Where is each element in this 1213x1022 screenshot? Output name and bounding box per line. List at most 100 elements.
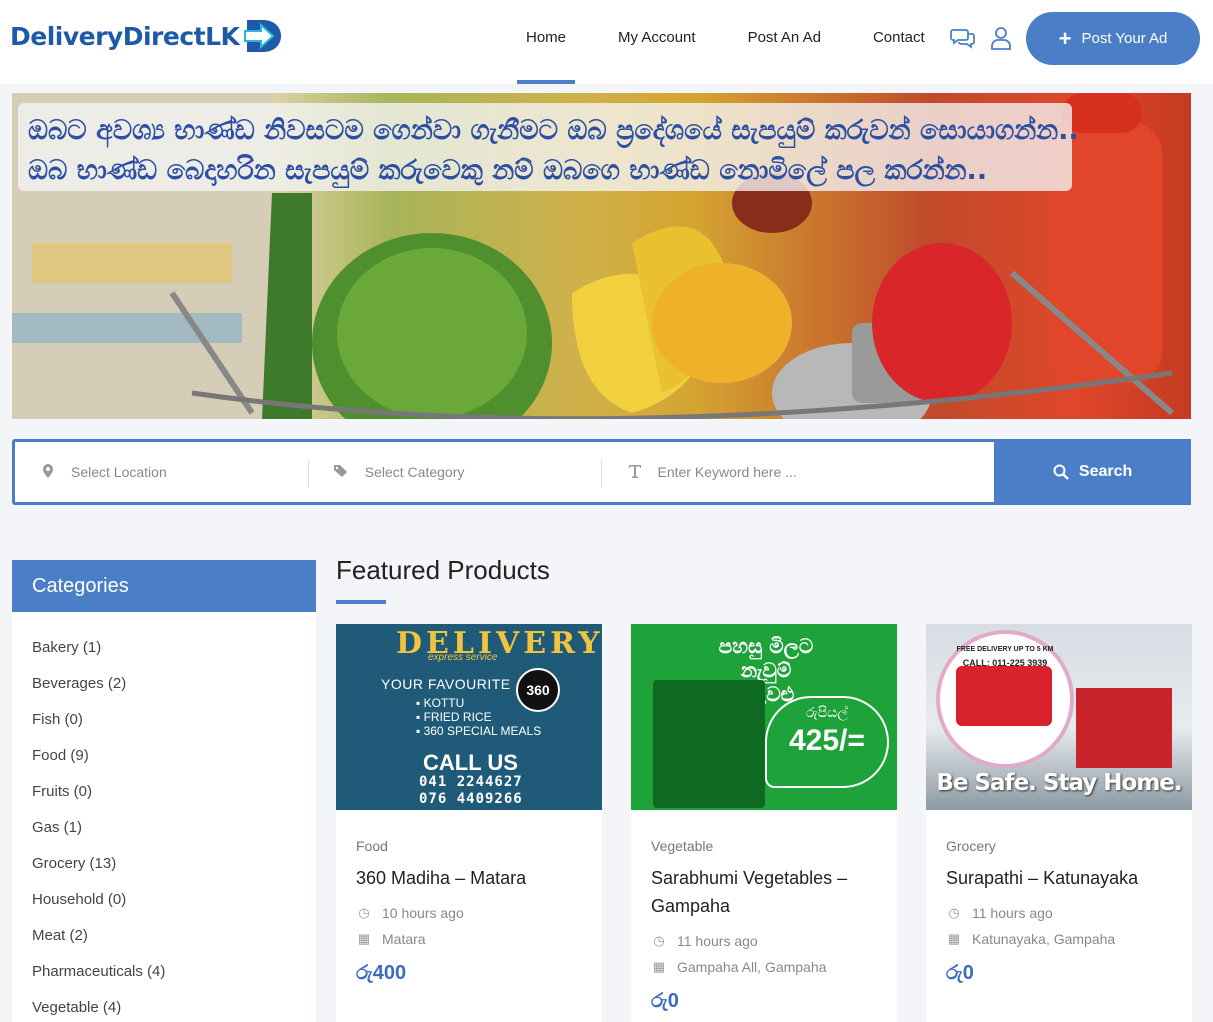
- post-your-ad-label: Post Your Ad: [1081, 30, 1168, 47]
- building-icon: ▦: [947, 931, 961, 946]
- post-your-ad-button[interactable]: + Post Your Ad: [1026, 12, 1200, 65]
- ad-logo-360: 360: [516, 668, 560, 712]
- category-select[interactable]: Select Category: [309, 442, 602, 502]
- categories-list: Bakery (1) Beverages (2) Fish (0) Food (…: [12, 612, 316, 1022]
- building-icon: ▦: [652, 959, 666, 974]
- card-category[interactable]: Grocery: [946, 838, 1172, 854]
- card-location-text: Matara: [382, 931, 426, 947]
- map-pin-icon: [39, 463, 57, 481]
- category-item-vegetable[interactable]: Vegetable (4): [12, 990, 316, 1022]
- category-item-bakery[interactable]: Bakery (1): [12, 630, 316, 666]
- card-body: Vegetable Sarabhumi Vegetables – Gampaha…: [631, 810, 897, 1013]
- category-item-meat[interactable]: Meat (2): [12, 918, 316, 954]
- categories-title: Categories: [12, 560, 316, 612]
- logo-arrow-icon: [244, 20, 282, 52]
- card-title[interactable]: Sarabhumi Vegetables – Gampaha: [651, 864, 877, 920]
- category-item-fish[interactable]: Fish (0): [12, 702, 316, 738]
- plus-icon: +: [1058, 25, 1072, 51]
- product-image[interactable]: පහසු මිලට නැවුම් එළවළු රුපියල් 425/=: [631, 624, 897, 810]
- main-nav: Home My Account Post An Ad Contact: [500, 0, 951, 84]
- nav-post-an-ad[interactable]: Post An Ad: [722, 0, 847, 84]
- card-location-text: Katunayaka, Gampaha: [972, 931, 1116, 947]
- product-image[interactable]: DELIVERY express service YOUR FAVOURITE …: [336, 624, 602, 810]
- card-price: රු0: [651, 990, 679, 1012]
- category-placeholder: Select Category: [364, 464, 465, 480]
- product-image[interactable]: FREE DELIVERY UP TO 5 KM CALL: 011-225 3…: [926, 624, 1192, 810]
- building-icon: ▦: [357, 931, 371, 946]
- card-body: Grocery Surapathi – Katunayaka ◷ 11 hour…: [926, 810, 1192, 985]
- card-location-text: Gampaha All, Gampaha: [677, 959, 827, 975]
- site-logo[interactable]: DeliveryDirectLK: [10, 18, 283, 54]
- ad-favourite: YOUR FAVOURITE: [381, 676, 511, 692]
- category-item-grocery[interactable]: Grocery (13): [12, 846, 316, 882]
- ad-phone: 041 2244627: [419, 774, 523, 790]
- ad-call-us: CALL US: [423, 750, 518, 775]
- site-header: DeliveryDirectLK Home My Account Post An…: [0, 0, 1213, 84]
- card-title[interactable]: 360 Madiha – Matara: [356, 864, 582, 892]
- search-icon: [1053, 464, 1069, 480]
- ad-tagline: express service: [428, 652, 498, 663]
- card-location: ▦ Gampaha All, Gampaha: [651, 954, 877, 980]
- card-time-text: 10 hours ago: [382, 905, 464, 921]
- ad-menu-item: ▪ 360 SPECIAL MEALS: [416, 724, 542, 738]
- nav-contact[interactable]: Contact: [847, 0, 951, 84]
- ad-phones: 041 2244627 076 4409266: [419, 774, 523, 808]
- ad-price-value: 425/=: [789, 724, 865, 757]
- tag-icon: [333, 464, 351, 481]
- ad-price-list: [653, 680, 765, 808]
- ad-slogan: Be Safe. Stay Home.: [936, 770, 1182, 796]
- user-icon[interactable]: [988, 25, 1014, 51]
- ad-phone: 076 4409266: [419, 791, 523, 807]
- category-item-pharmaceuticals[interactable]: Pharmaceuticals (4): [12, 954, 316, 990]
- category-item-fruits[interactable]: Fruits (0): [12, 774, 316, 810]
- card-time: ◷ 11 hours ago: [946, 900, 1172, 926]
- ad-promo: FREE DELIVERY UP TO 5 KM: [956, 646, 1054, 653]
- hero-line-1: ඔබට අවශ්‍ය භාණ්ඩ නිවසටම ගෙන්වා ගැනීමට ඔබ…: [28, 115, 1079, 146]
- clock-icon: ◷: [358, 905, 370, 920]
- card-time-text: 11 hours ago: [972, 905, 1053, 921]
- product-card[interactable]: පහසු මිලට නැවුම් එළවළු රුපියල් 425/= Veg…: [631, 624, 897, 1022]
- ad-menu-item: ▪ FRIED RICE: [416, 710, 492, 724]
- hero-text-overlay: ඔබට අවශ්‍ය භාණ්ඩ නිවසටම ගෙන්වා ගැනීමට ඔබ…: [18, 103, 1079, 191]
- card-category[interactable]: Vegetable: [651, 838, 877, 854]
- ad-price-tag: රුපියල්: [806, 704, 848, 720]
- card-body: Food 360 Madiha – Matara ◷ 10 hours ago …: [336, 810, 602, 985]
- clock-icon: ◷: [653, 933, 665, 948]
- ad-headline: DELIVERY: [396, 626, 602, 661]
- card-location: ▦ Katunayaka, Gampaha: [946, 926, 1172, 952]
- keyword-input[interactable]: Enter Keyword here ...: [602, 442, 995, 502]
- card-location: ▦ Matara: [356, 926, 582, 952]
- keyword-placeholder: Enter Keyword here ...: [657, 464, 797, 480]
- title-underline: [336, 600, 386, 604]
- product-card[interactable]: DELIVERY express service YOUR FAVOURITE …: [336, 624, 602, 1022]
- card-price: රු0: [946, 962, 974, 984]
- store-front-illustration: [1076, 688, 1172, 768]
- card-category[interactable]: Food: [356, 838, 582, 854]
- search-bar: Select Location Select Category Enter Ke…: [12, 439, 1191, 505]
- logo-text: DeliveryDirectLK: [10, 21, 240, 51]
- category-item-food[interactable]: Food (9): [12, 738, 316, 774]
- nav-home[interactable]: Home: [500, 0, 592, 84]
- card-title[interactable]: Surapathi – Katunayaka: [946, 864, 1172, 892]
- card-time-text: 11 hours ago: [677, 933, 758, 949]
- category-item-beverages[interactable]: Beverages (2): [12, 666, 316, 702]
- category-item-gas[interactable]: Gas (1): [12, 810, 316, 846]
- hero-line-2: ඔබ භාණ්ඩ බෙදාහරින සැපයුම් කරුවෙකු නම් ඔබ…: [28, 155, 988, 186]
- featured-products-title: Featured Products: [336, 555, 550, 585]
- categories-panel: Categories Bakery (1) Beverages (2) Fish…: [12, 560, 316, 1022]
- delivery-truck-icon: [956, 666, 1052, 726]
- search-button[interactable]: Search: [994, 439, 1191, 505]
- location-placeholder: Select Location: [71, 464, 167, 480]
- card-price: රු400: [356, 962, 407, 984]
- text-icon: [626, 464, 644, 481]
- ad-price-bubble: රුපියල් 425/=: [765, 696, 889, 788]
- nav-my-account[interactable]: My Account: [592, 0, 722, 84]
- hero-banner: ඔබට අවශ්‍ය භාණ්ඩ නිවසටම ගෙන්වා ගැනීමට ඔබ…: [12, 93, 1191, 419]
- clock-icon: ◷: [948, 905, 960, 920]
- product-card[interactable]: FREE DELIVERY UP TO 5 KM CALL: 011-225 3…: [926, 624, 1192, 1022]
- chat-bubbles-icon[interactable]: [950, 25, 976, 51]
- card-time: ◷ 11 hours ago: [651, 928, 877, 954]
- category-item-household[interactable]: Household (0): [12, 882, 316, 918]
- location-select[interactable]: Select Location: [15, 442, 309, 502]
- search-button-label: Search: [1078, 463, 1133, 480]
